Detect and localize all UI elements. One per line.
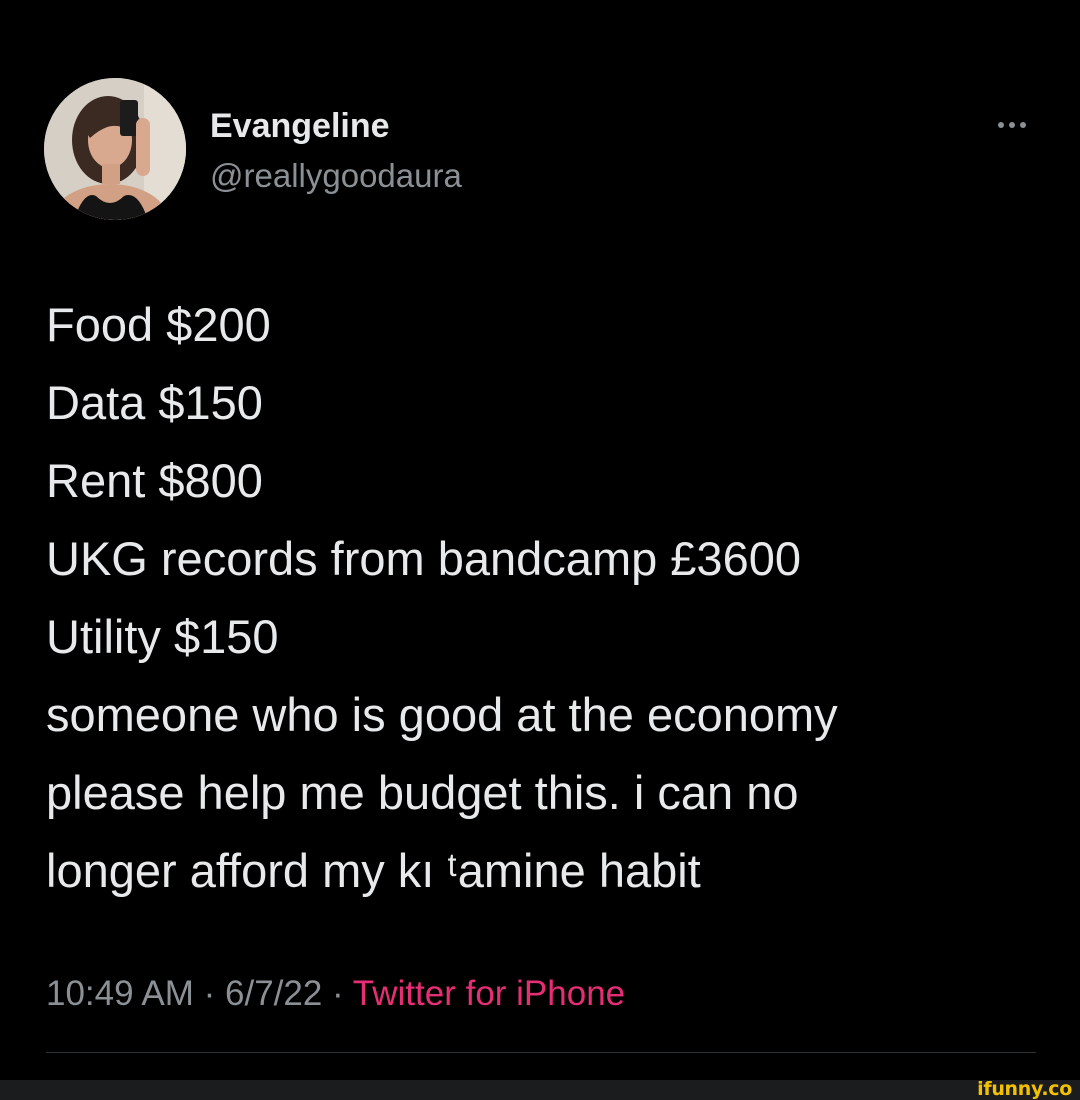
meta-separator: · bbox=[193, 974, 225, 1013]
tweet-text: Food $200 Data $150 Rent $800 UKG record… bbox=[46, 286, 1046, 910]
display-name[interactable]: Evangeline bbox=[210, 106, 390, 146]
tweet-line: Food $200 bbox=[46, 298, 271, 351]
tweet-source-link[interactable]: Twitter for iPhone bbox=[353, 974, 625, 1013]
ellipsis-icon bbox=[1009, 122, 1015, 128]
tweet-line: UKG records from bandcamp £3600 bbox=[46, 532, 801, 585]
ellipsis-icon bbox=[998, 122, 1004, 128]
more-options-button[interactable] bbox=[982, 110, 1042, 140]
user-handle[interactable]: @reallygoodaura bbox=[210, 156, 462, 196]
meta-separator: · bbox=[322, 974, 353, 1013]
tweet-line: Utility $150 bbox=[46, 610, 279, 663]
tweet: Evangeline @reallygoodaura Food $200 Dat… bbox=[0, 0, 1080, 1080]
user-avatar[interactable] bbox=[44, 78, 186, 220]
tweet-meta: 10:49 AM · 6/7/22 · Twitter for iPhone bbox=[46, 972, 625, 1016]
tweet-date[interactable]: 6/7/22 bbox=[225, 974, 322, 1013]
tweet-line: longer afford my kı ᵗamine habit bbox=[46, 844, 701, 897]
tweet-line: please help me budget this. i can no bbox=[46, 766, 799, 819]
footer-bar bbox=[0, 1080, 1080, 1100]
tweet-line: Rent $800 bbox=[46, 454, 263, 507]
tweet-line: someone who is good at the economy bbox=[46, 688, 838, 741]
watermark-logo: ifunny.co bbox=[977, 1078, 1072, 1100]
tweet-line: Data $150 bbox=[46, 376, 263, 429]
divider bbox=[46, 1052, 1036, 1053]
tweet-time[interactable]: 10:49 AM bbox=[46, 974, 194, 1013]
avatar-photo bbox=[44, 78, 186, 220]
ellipsis-icon bbox=[1020, 122, 1026, 128]
